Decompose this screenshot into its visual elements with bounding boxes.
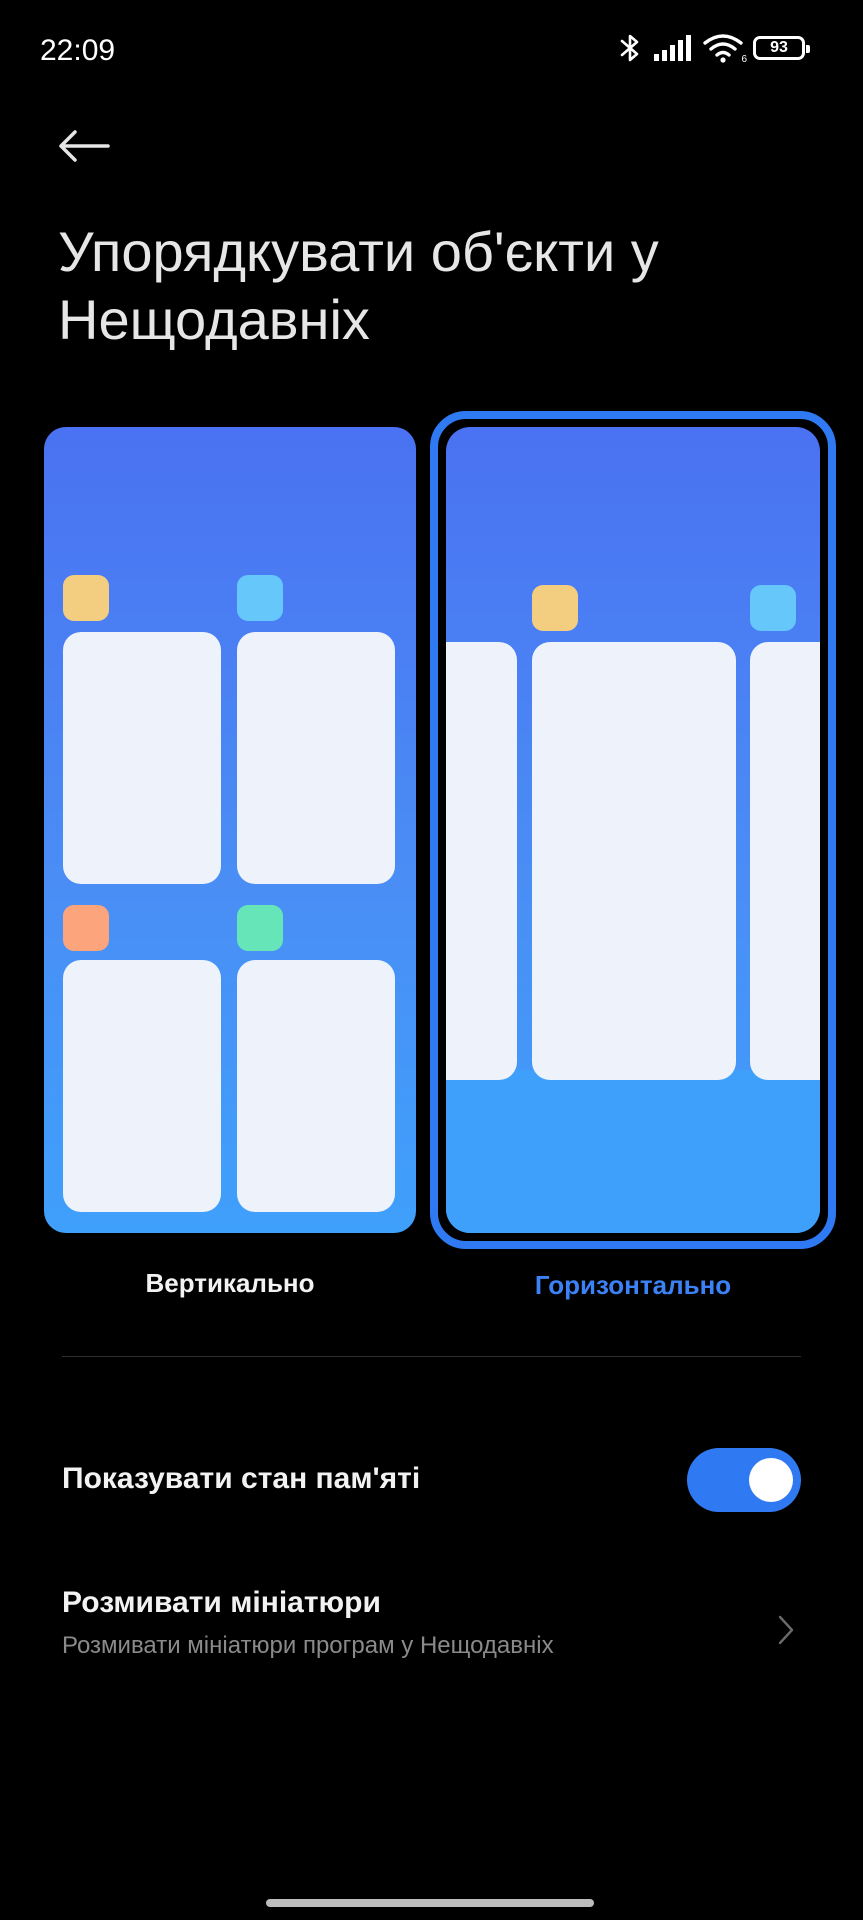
preview-app-icon (532, 585, 578, 631)
bluetooth-icon (617, 32, 643, 64)
home-indicator[interactable] (266, 1899, 594, 1907)
blur-previews-row[interactable]: Розмивати мініатюри Розмивати мініатюри … (62, 1580, 801, 1680)
preview-app-icon (237, 905, 283, 951)
blur-previews-subtitle: Розмивати мініатюри програм у Нещодавніх (62, 1632, 554, 1659)
blur-previews-title: Розмивати мініатюри (62, 1586, 381, 1619)
battery-icon: 93 (753, 36, 810, 60)
vertical-preview (44, 427, 416, 1233)
preview-card (63, 960, 221, 1212)
horizontal-label[interactable]: Горизонтально (430, 1270, 836, 1301)
layout-option-vertical[interactable] (44, 427, 416, 1233)
wifi-badge: 6 (741, 54, 747, 65)
preview-app-icon (63, 905, 109, 951)
status-bar: 22:09 6 93 (0, 0, 863, 104)
chevron-right-icon (771, 1610, 801, 1650)
preview-card (750, 642, 820, 1080)
page-title: Упорядкувати об'єкти у Нещодавніх (58, 220, 659, 351)
preview-app-icon (63, 575, 109, 621)
show-memory-toggle[interactable] (687, 1448, 801, 1512)
vertical-label[interactable]: Вертикально (44, 1268, 416, 1299)
horizontal-preview (446, 427, 820, 1233)
preview-card (446, 642, 517, 1080)
preview-card (237, 632, 395, 884)
preview-card (237, 960, 395, 1212)
status-time: 22:09 (40, 34, 116, 67)
cellular-signal-icon (653, 34, 693, 62)
divider (62, 1356, 801, 1357)
arrow-left-icon (59, 130, 110, 162)
battery-level: 93 (770, 39, 788, 56)
status-icons: 6 93 (617, 32, 811, 65)
preview-app-icon (750, 585, 796, 631)
wifi-icon: 6 (703, 33, 747, 65)
toggle-knob (749, 1458, 793, 1502)
show-memory-title: Показувати стан пам'яті (62, 1462, 421, 1495)
show-memory-row[interactable]: Показувати стан пам'яті (62, 1440, 801, 1520)
preview-bottom-band (446, 1070, 820, 1233)
preview-app-icon (237, 575, 283, 621)
preview-card (532, 642, 736, 1080)
preview-card (63, 632, 221, 884)
back-button[interactable] (52, 114, 116, 178)
layout-option-horizontal[interactable] (430, 411, 836, 1249)
